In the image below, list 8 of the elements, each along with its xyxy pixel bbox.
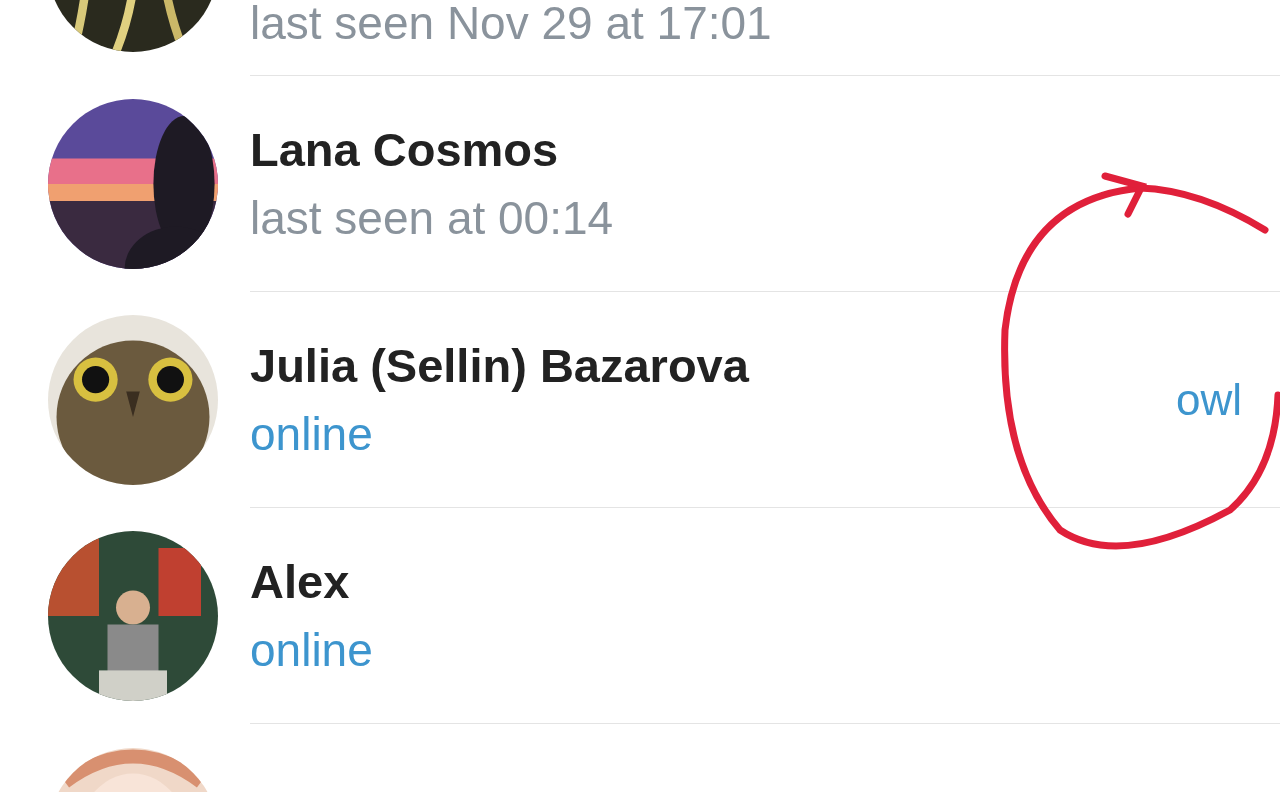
contact-status: last seen Nov 29 at 17:01 [250,0,773,46]
contact-name: Julia (Sellin) Bazarova [250,338,751,393]
contact-name: Alex [250,554,351,609]
contact-status: online [250,407,374,461]
contact-tag: owl [1175,374,1242,425]
contact-name: Lana Cosmos [250,122,560,177]
contact-status: last seen at 00:14 [250,191,615,245]
contact-status: online [250,623,374,677]
